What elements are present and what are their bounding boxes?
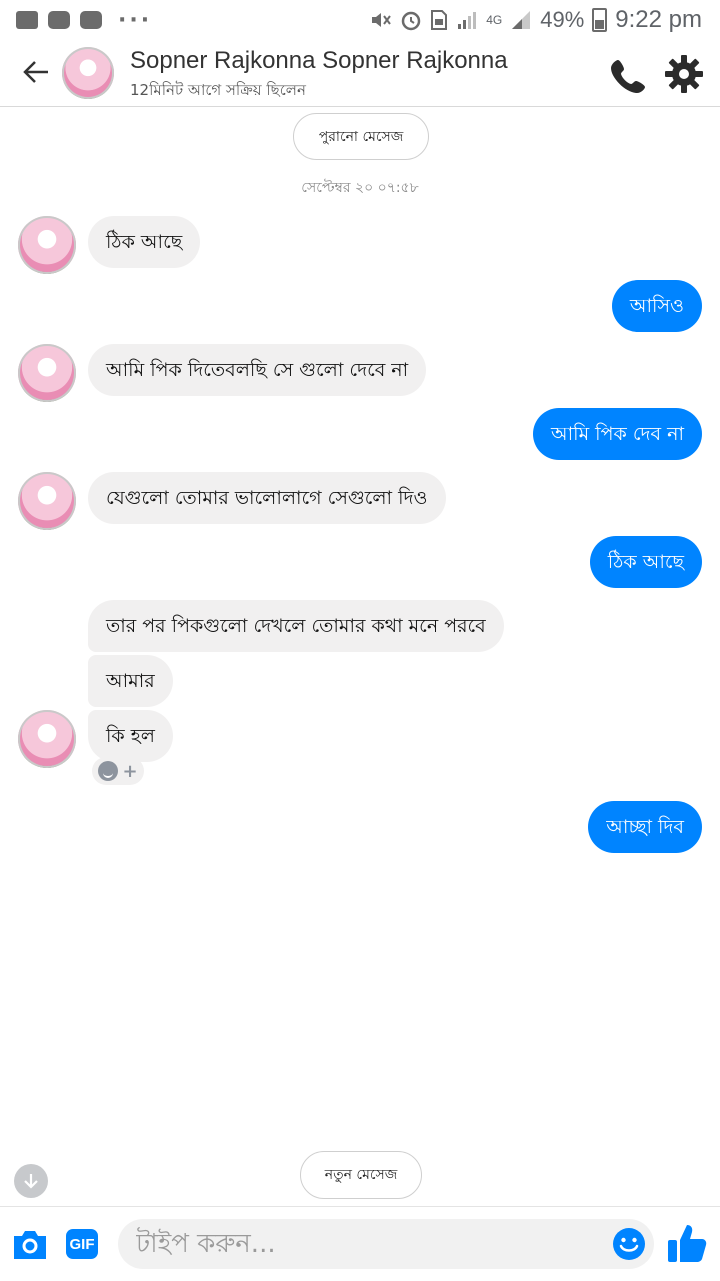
battery-percent: 49% bbox=[540, 7, 585, 32]
incoming-message[interactable]: ঠিক আছে bbox=[88, 216, 201, 268]
incoming-message[interactable]: আমার bbox=[88, 655, 173, 707]
battery-icon bbox=[592, 8, 608, 32]
arrow-down-icon bbox=[24, 1174, 38, 1189]
plus-icon: + bbox=[122, 760, 138, 782]
like-button[interactable] bbox=[666, 1221, 708, 1265]
incoming-message[interactable]: কি হল bbox=[88, 710, 173, 762]
emoji-button[interactable] bbox=[612, 1227, 646, 1261]
mute-icon bbox=[372, 13, 392, 27]
sim-icon bbox=[431, 10, 448, 30]
gallery-notification-icon bbox=[16, 11, 38, 29]
signal-icon-2 bbox=[512, 11, 531, 29]
gear-icon bbox=[665, 55, 703, 93]
camera-button[interactable] bbox=[10, 1227, 50, 1263]
new-messages-button[interactable]: নতুন মেসেজ bbox=[300, 1151, 422, 1199]
phone-icon bbox=[611, 60, 645, 93]
more-notifications-icon: ··· bbox=[118, 7, 153, 33]
call-button[interactable] bbox=[608, 54, 650, 96]
active-status: 12মিনিট আগে সক্রিয় ছিলেন bbox=[130, 81, 306, 99]
youtube-notification-icon-2 bbox=[80, 11, 102, 29]
message-composer: GIF bbox=[0, 1206, 720, 1281]
contact-name[interactable]: Sopner Rajkonna Sopner Rajkonna bbox=[130, 47, 508, 75]
back-arrow-icon bbox=[23, 61, 48, 83]
gif-button[interactable]: GIF bbox=[66, 1229, 98, 1259]
message-timestamp: সেপ্টেম্বর ২০ ০৭:৫৮ bbox=[301, 180, 419, 196]
sender-avatar[interactable] bbox=[18, 710, 76, 768]
clock: 9:22 pm bbox=[615, 6, 702, 33]
thumbs-up-icon bbox=[668, 1225, 707, 1262]
add-reaction-button[interactable]: + bbox=[92, 757, 144, 785]
back-button[interactable] bbox=[16, 52, 56, 92]
incoming-message[interactable]: আমি পিক দিতেবলছি সে গুলো দেবে না bbox=[88, 344, 427, 396]
incoming-message[interactable]: যেগুলো তোমার ভালোলাগে সেগুলো দিও bbox=[88, 472, 446, 524]
outgoing-message[interactable]: আসিও bbox=[611, 280, 702, 332]
emoji-icon bbox=[613, 1228, 645, 1260]
conversation-header: Sopner Rajkonna Sopner Rajkonna 12মিনিট … bbox=[0, 40, 720, 107]
sender-avatar[interactable] bbox=[18, 216, 76, 274]
smiley-icon bbox=[98, 761, 119, 781]
outgoing-message[interactable]: আচ্ছা দিব bbox=[588, 801, 702, 853]
youtube-notification-icon bbox=[48, 11, 70, 29]
status-bar: ··· 4G 49% 9:22 pm bbox=[0, 0, 720, 40]
alarm-icon bbox=[401, 11, 421, 31]
settings-button[interactable] bbox=[662, 52, 706, 96]
older-messages-button[interactable]: পুরানো মেসেজ bbox=[293, 113, 429, 160]
sender-avatar[interactable] bbox=[18, 344, 76, 402]
sender-avatar[interactable] bbox=[18, 472, 76, 530]
camera-icon bbox=[14, 1231, 46, 1259]
signal-icon bbox=[458, 12, 477, 29]
scroll-to-bottom-button[interactable] bbox=[14, 1164, 48, 1198]
contact-avatar[interactable] bbox=[62, 47, 114, 99]
outgoing-message[interactable]: আমি পিক দেব না bbox=[532, 408, 702, 460]
network-type: 4G bbox=[486, 13, 503, 27]
incoming-message[interactable]: তার পর পিকগুলো দেখলে তোমার কথা মনে পরবে bbox=[88, 600, 504, 652]
outgoing-message[interactable]: ঠিক আছে bbox=[589, 536, 702, 588]
message-input[interactable] bbox=[118, 1219, 654, 1269]
